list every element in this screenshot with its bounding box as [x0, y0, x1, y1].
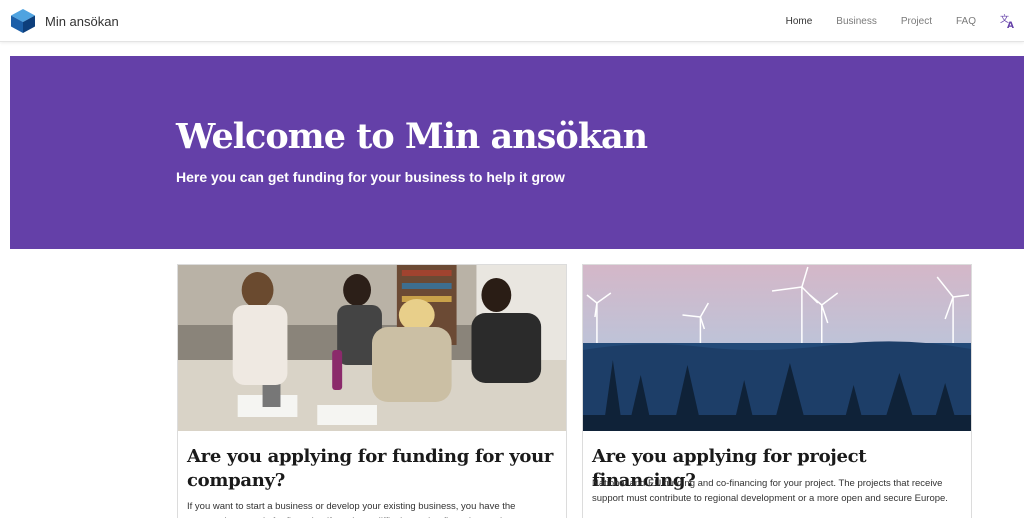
- svg-text:A: A: [1007, 21, 1014, 29]
- hero-title: Welcome to Min ansökan: [176, 116, 648, 157]
- nav-link-home[interactable]: Home: [786, 16, 813, 27]
- nav-link-project[interactable]: Project: [901, 16, 932, 27]
- nav-link-business[interactable]: Business: [836, 16, 877, 27]
- business-funding-card[interactable]: Are you applying for funding for your co…: [177, 264, 567, 518]
- cube-logo-icon: [10, 8, 36, 34]
- card-text: If you want to start a business or devel…: [187, 501, 516, 518]
- wind-turbines-forest-photo: [583, 265, 971, 431]
- top-navbar: Min ansökan Home Business Project FAQ 文 …: [0, 0, 1024, 42]
- card-text: National and EU funding and co-financing…: [592, 478, 948, 504]
- main-nav: Home Business Project FAQ 文 A: [786, 0, 1016, 42]
- brand-link[interactable]: Min ansökan: [10, 7, 119, 35]
- hero-banner: Welcome to Min ansökan Here you can get …: [10, 56, 1024, 249]
- card-title: Are you applying for funding for your co…: [187, 446, 554, 491]
- brand-name: Min ansökan: [45, 13, 119, 29]
- nav-link-faq[interactable]: FAQ: [956, 16, 976, 27]
- office-team-photo: [178, 265, 566, 431]
- translate-icon[interactable]: 文 A: [1000, 13, 1016, 29]
- project-financing-card[interactable]: Are you applying for project financing? …: [582, 264, 972, 518]
- hero-subtitle: Here you can get funding for your busine…: [176, 169, 565, 185]
